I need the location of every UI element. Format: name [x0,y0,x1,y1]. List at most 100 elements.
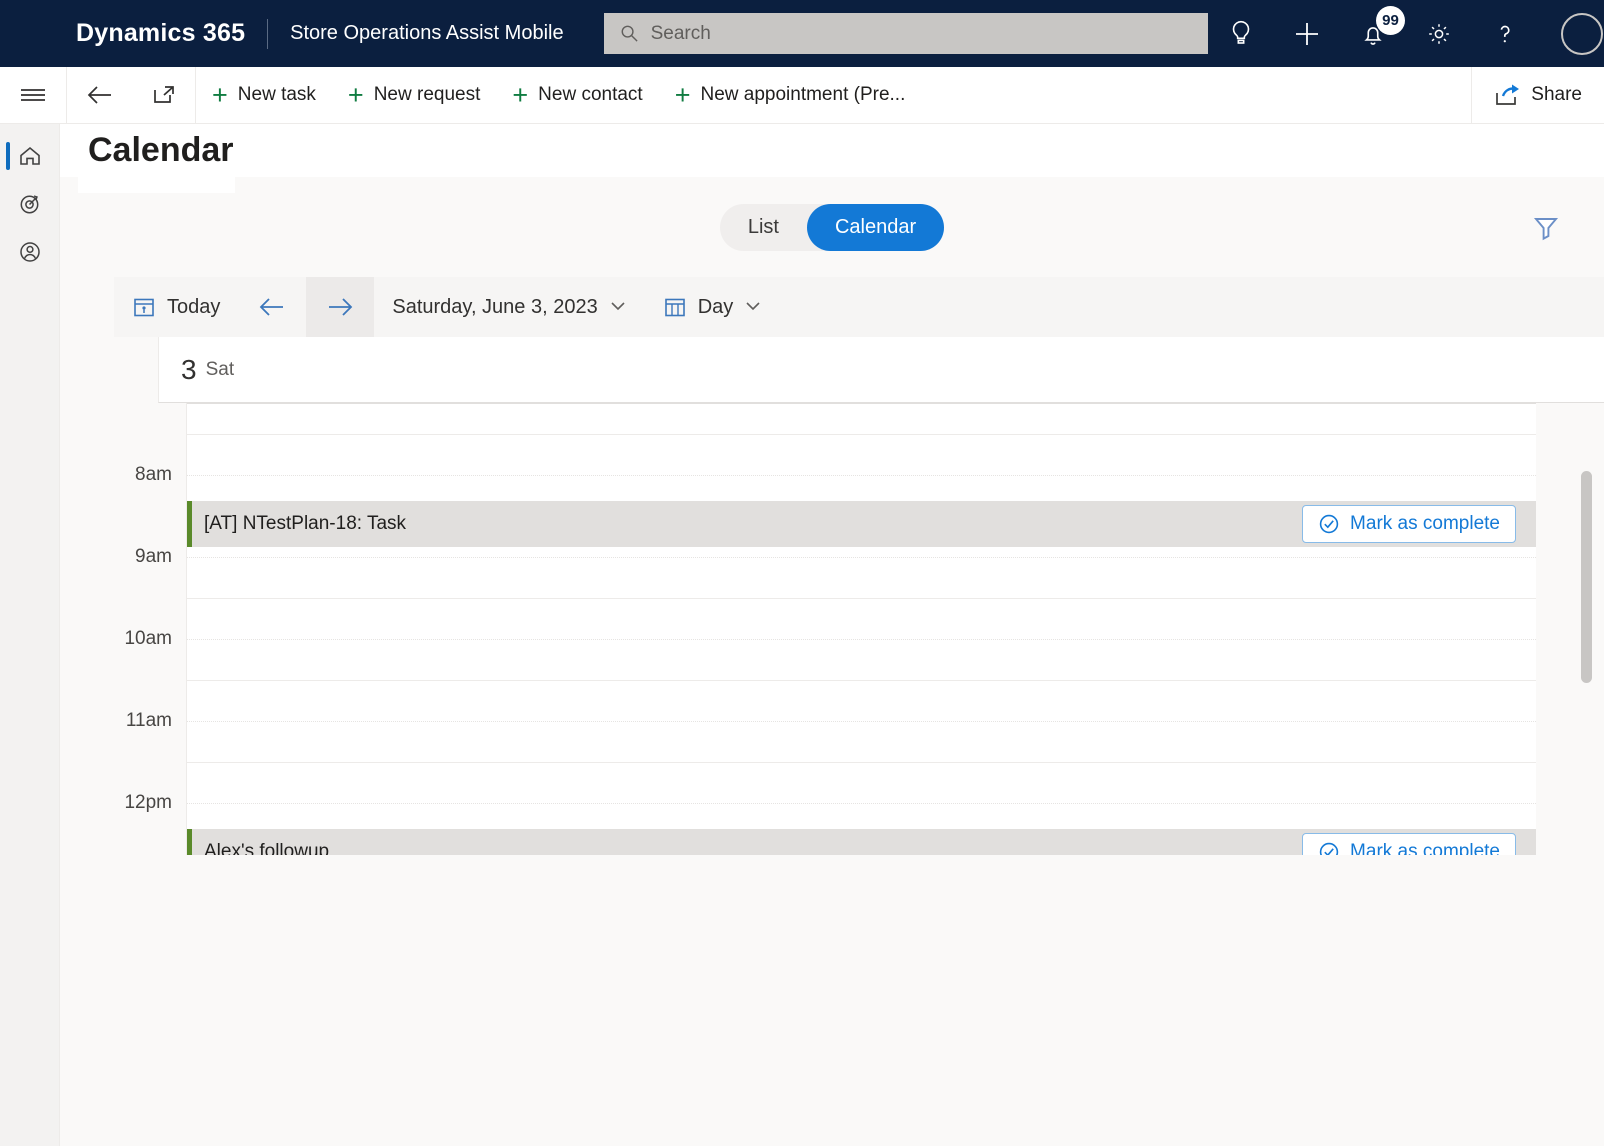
today-button[interactable]: Today [114,277,238,337]
hour-line [187,598,1536,599]
left-sidebar [0,124,60,1146]
app-body: Calendar List Calendar Today Saturday, J… [0,124,1604,1146]
open-new-window-button[interactable] [133,67,195,124]
sidebar-item-home[interactable] [0,132,59,180]
day-column[interactable]: [AT] NTestPlan-18: Task Mark as complete… [186,403,1536,855]
help-glyph [1500,25,1510,42]
grid-top-edge [187,403,1536,404]
half-hour-line [187,557,1536,558]
hamburger-icon [21,89,45,101]
top-nav-actions: 99 [1208,0,1604,67]
day-column-header: 3 Sat [158,337,1604,403]
home-icon [19,146,40,165]
plus-icon: + [512,79,529,110]
time-label: 9am [135,546,172,567]
target-icon [20,195,38,214]
hour-line [187,434,1536,435]
time-label: 12pm [124,792,172,813]
time-label: 11am [125,710,172,731]
bell-icon[interactable]: 99 [1340,0,1406,67]
filter-button[interactable] [1526,207,1566,247]
mark-as-complete-label: Mark as complete [1350,841,1500,855]
tab-list[interactable]: List [720,204,807,251]
site-map-button[interactable] [0,67,66,124]
today-label: Today [167,295,221,318]
top-navigation-bar: Dynamics 365 Store Operations Assist Mob… [0,0,1604,67]
new-request-label: New request [373,84,481,105]
calendar-icon [664,298,685,317]
search-input[interactable]: Search [603,13,1208,54]
lightbulb-icon[interactable] [1208,0,1274,67]
half-hour-line [187,475,1536,476]
app-name[interactable]: Store Operations Assist Mobile [290,22,563,45]
plus-icon: + [212,79,228,110]
mark-as-complete-button[interactable]: Mark as complete [1302,833,1516,855]
filter-icon [1533,218,1559,241]
avatar[interactable] [1538,0,1604,67]
new-request-button[interactable]: + New request [332,67,496,124]
new-appointment-label: New appointment (Pre... [700,84,906,105]
gear-icon[interactable] [1406,0,1472,67]
back-button[interactable] [67,67,133,124]
half-hour-line [187,721,1536,722]
new-appointment-button[interactable]: + New appointment (Pre... [659,67,922,124]
share-button[interactable]: Share [1472,67,1604,124]
calendar-event[interactable]: Alex's followup Mark as complete [187,829,1536,855]
check-circle-icon [1319,842,1339,855]
day-name: Sat [205,358,235,380]
day-number: 3 [181,353,197,385]
scrollbar-thumb[interactable] [1581,471,1592,683]
arrow-left-icon [260,298,284,316]
share-label: Share [1531,84,1582,105]
plus-glyph [1296,22,1318,45]
new-contact-button[interactable]: + New contact [496,67,658,124]
lightbulb-glyph [1232,20,1250,44]
date-picker-button[interactable]: Saturday, June 3, 2023 [374,277,644,337]
prev-day-button[interactable] [238,277,306,337]
event-title: Alex's followup [204,841,330,855]
new-task-label: New task [237,84,316,105]
check-circle-icon [1319,514,1339,534]
arrow-right-icon [329,298,353,316]
page-title: Calendar [88,131,234,169]
calendar-nav-toolbar: Today Saturday, June 3, 2023 Day [114,277,1604,337]
view-toggle: List Calendar [719,203,945,251]
mark-as-complete-label: Mark as complete [1350,513,1500,534]
new-task-button[interactable]: + New task [196,67,332,124]
plus-icon[interactable] [1274,0,1340,67]
calendar-time-grid: [AT] NTestPlan-18: Task Mark as complete… [60,403,1604,855]
page-title-band: Calendar [60,124,1604,177]
tab-calendar[interactable]: Calendar [806,203,945,251]
sidebar-item-contacts[interactable] [0,228,59,276]
main-content: Calendar List Calendar Today Saturday, J… [60,124,1604,1146]
vertical-scrollbar[interactable] [1536,403,1604,855]
hour-line [187,680,1536,681]
share-icon [1496,84,1520,105]
hour-line [187,762,1536,763]
gear-glyph [1429,23,1449,44]
popout-icon [154,86,174,103]
plus-icon: + [347,79,364,110]
person-icon [19,242,40,262]
arrow-left-icon [87,86,111,104]
current-date-label: Saturday, June 3, 2023 [392,295,598,318]
search-icon [621,25,638,42]
search-placeholder: Search [650,22,711,44]
view-toggle-row: List Calendar [60,177,1604,277]
command-bar-right: Share [1471,66,1604,124]
product-brand[interactable]: Dynamics 365 [76,19,245,48]
time-axis: 8am 9am 10am 11am 12pm 1pm 2pm 3pm [60,403,186,855]
mark-as-complete-button[interactable]: Mark as complete [1302,505,1516,543]
sidebar-item-goals[interactable] [0,180,59,228]
view-mode-label: Day [697,295,734,318]
help-icon[interactable] [1472,0,1538,67]
time-label: 10am [124,628,172,649]
time-label: 8am [135,464,172,485]
calendar-today-icon [134,298,154,317]
event-title: [AT] NTestPlan-18: Task [204,513,407,534]
calendar-event[interactable]: [AT] NTestPlan-18: Task Mark as complete [187,501,1536,547]
view-mode-button[interactable]: Day [645,277,781,337]
next-day-button[interactable] [306,277,375,337]
avatar-circle [1560,12,1603,55]
chevron-down-icon [609,299,627,316]
